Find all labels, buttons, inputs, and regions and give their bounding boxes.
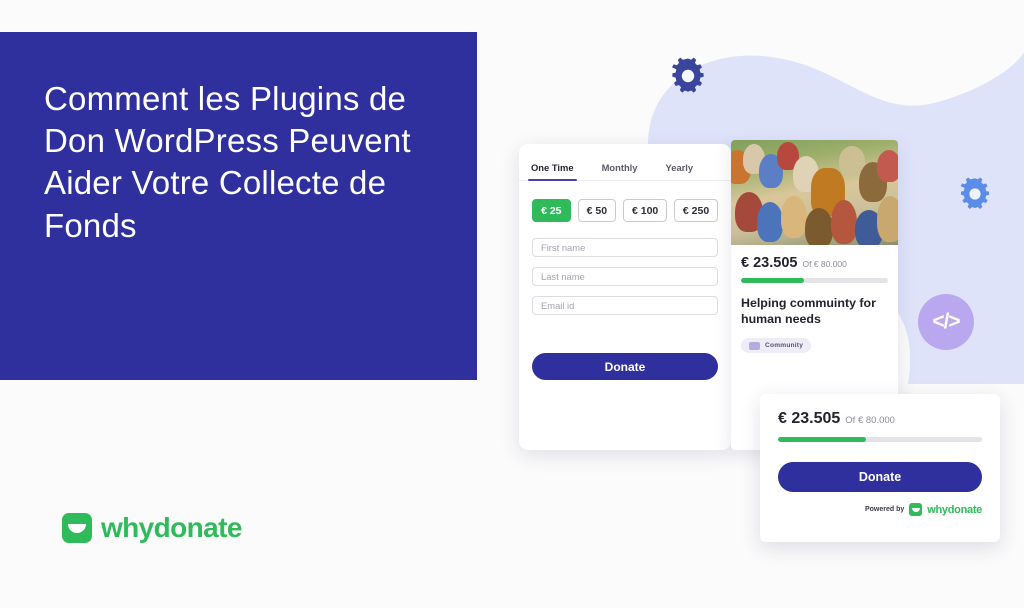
widget-progress-bar	[778, 437, 982, 442]
page-title: Comment les Plugins de Don WordPress Peu…	[44, 80, 411, 244]
campaign-raised-amount: € 23.505	[741, 255, 798, 271]
code-icon: </>	[918, 294, 974, 350]
amount-options: € 25 € 50 € 100 € 250	[519, 181, 731, 222]
whydonate-logo-icon	[909, 503, 923, 516]
community-icon	[749, 341, 760, 350]
brand-name: whydonate	[101, 512, 242, 543]
amount-option-25[interactable]: € 25	[532, 199, 571, 222]
campaign-photo	[731, 140, 898, 245]
powered-by-brand: whydonate	[927, 503, 982, 516]
campaign-goal-amount: Of € 80.000	[802, 259, 847, 269]
amount-option-50[interactable]: € 50	[577, 199, 617, 222]
campaign-progress-fill	[741, 278, 805, 283]
widget-raised-amount: € 23.505	[778, 410, 841, 427]
donate-button[interactable]: Donate	[532, 353, 718, 380]
last-name-input[interactable]: Last name	[532, 267, 718, 286]
donation-widget-card: € 23.505 Of € 80.000 Donate Powered by w…	[760, 394, 1000, 542]
gear-icon	[672, 57, 704, 93]
promo-graphic: Comment les Plugins de Don WordPress Peu…	[0, 0, 1024, 608]
form-submit-area: Donate	[519, 315, 731, 380]
frequency-tabs: One Time Monthly Yearly	[519, 144, 731, 181]
campaign-body: € 23.505 Of € 80.000 Helping commuinty f…	[731, 245, 898, 355]
whydonate-logo-icon	[62, 513, 92, 543]
widget-goal-amount: Of € 80.000	[845, 415, 895, 426]
tab-one-time[interactable]: One Time	[528, 162, 577, 181]
brand-logo: whydonate	[62, 512, 242, 544]
amount-option-250[interactable]: € 250	[674, 199, 718, 222]
donor-fields: First name Last name Email id	[519, 222, 731, 315]
widget-goal-row: € 23.505 Of € 80.000	[778, 410, 982, 428]
powered-by-row: Powered by whydonate	[778, 503, 982, 516]
campaign-title: Helping commuinty for human needs	[741, 295, 876, 326]
campaign-tag-label: Community	[765, 342, 804, 350]
widget-progress-fill	[778, 437, 866, 442]
campaign-category-tag[interactable]: Community	[741, 338, 812, 354]
widget-donate-button[interactable]: Donate	[778, 462, 982, 492]
campaign-progress-bar	[741, 278, 888, 283]
first-name-input[interactable]: First name	[532, 238, 718, 257]
powered-by-label: Powered by	[864, 506, 905, 513]
email-input[interactable]: Email id	[532, 296, 718, 315]
tab-yearly[interactable]: Yearly	[666, 162, 694, 180]
title-panel: Comment les Plugins de Don WordPress Peu…	[0, 32, 477, 380]
campaign-goal-row: € 23.505 Of € 80.000	[741, 255, 888, 271]
gear-icon	[960, 177, 990, 209]
donation-form-card: One Time Monthly Yearly € 25 € 50 € 100 …	[519, 144, 731, 450]
code-badge-glyph: </>	[932, 310, 960, 333]
tab-monthly[interactable]: Monthly	[602, 162, 638, 180]
amount-option-100[interactable]: € 100	[623, 199, 668, 222]
